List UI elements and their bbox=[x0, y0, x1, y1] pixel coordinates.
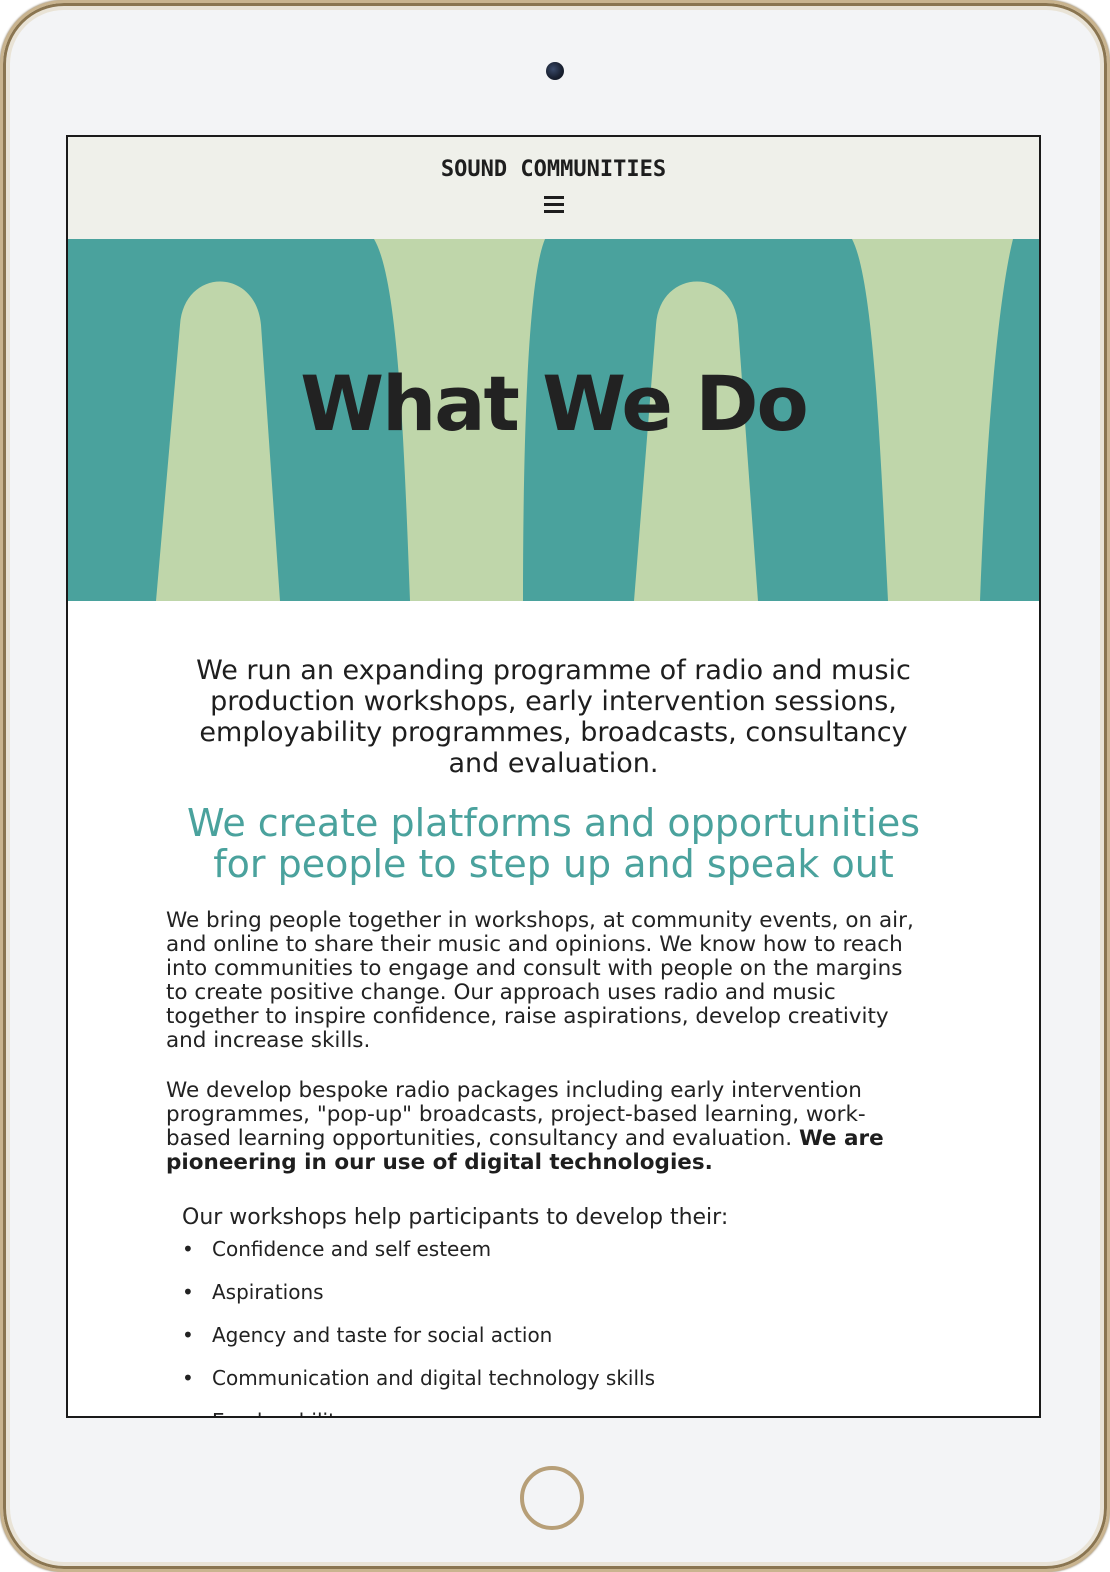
bullet-icon: • bbox=[182, 1366, 194, 1390]
body-paragraph-2: We develop bespoke radio packages includ… bbox=[166, 1079, 926, 1175]
body-paragraph-1: We bring people together in workshops, a… bbox=[166, 908, 914, 1053]
list-item: • Employability bbox=[182, 1409, 942, 1416]
skills-list: • Confidence and self esteem • Aspirations… bbox=[182, 1237, 942, 1416]
browser-viewport: SOUND COMMUNITIES What We Do We run an e… bbox=[66, 135, 1041, 1418]
hero-banner: What We Do bbox=[68, 239, 1039, 601]
list-item-label: Communication and digital technology ski… bbox=[212, 1366, 655, 1390]
camera-icon bbox=[546, 62, 564, 80]
bullet-icon: • bbox=[182, 1280, 194, 1304]
list-item: • Agency and taste for social action bbox=[182, 1323, 942, 1366]
list-item-label: Confidence and self esteem bbox=[212, 1237, 492, 1261]
home-button[interactable] bbox=[520, 1466, 584, 1530]
list-item: • Confidence and self esteem bbox=[182, 1237, 942, 1280]
bullet-icon: • bbox=[182, 1409, 194, 1416]
list-item-label: Employability bbox=[212, 1409, 348, 1416]
tagline-heading: We create platforms and opportunities fo… bbox=[186, 801, 921, 886]
intro-paragraph: We run an expanding programme of radio a… bbox=[196, 655, 911, 779]
site-header: SOUND COMMUNITIES bbox=[68, 137, 1039, 239]
list-item-label: Agency and taste for social action bbox=[212, 1323, 553, 1347]
list-item: • Aspirations bbox=[182, 1280, 942, 1323]
bullet-icon: • bbox=[182, 1323, 194, 1347]
list-item: • Communication and digital technology sk… bbox=[182, 1366, 942, 1409]
bullet-icon: • bbox=[182, 1237, 194, 1261]
page-title: What We Do bbox=[300, 359, 808, 448]
paragraph-2-text: We develop bespoke radio packages includ… bbox=[166, 1078, 866, 1151]
list-item-label: Aspirations bbox=[212, 1280, 324, 1304]
site-logo[interactable]: SOUND COMMUNITIES bbox=[68, 157, 1039, 182]
list-intro: Our workshops help participants to devel… bbox=[182, 1205, 729, 1230]
hamburger-menu-icon[interactable] bbox=[544, 196, 564, 213]
